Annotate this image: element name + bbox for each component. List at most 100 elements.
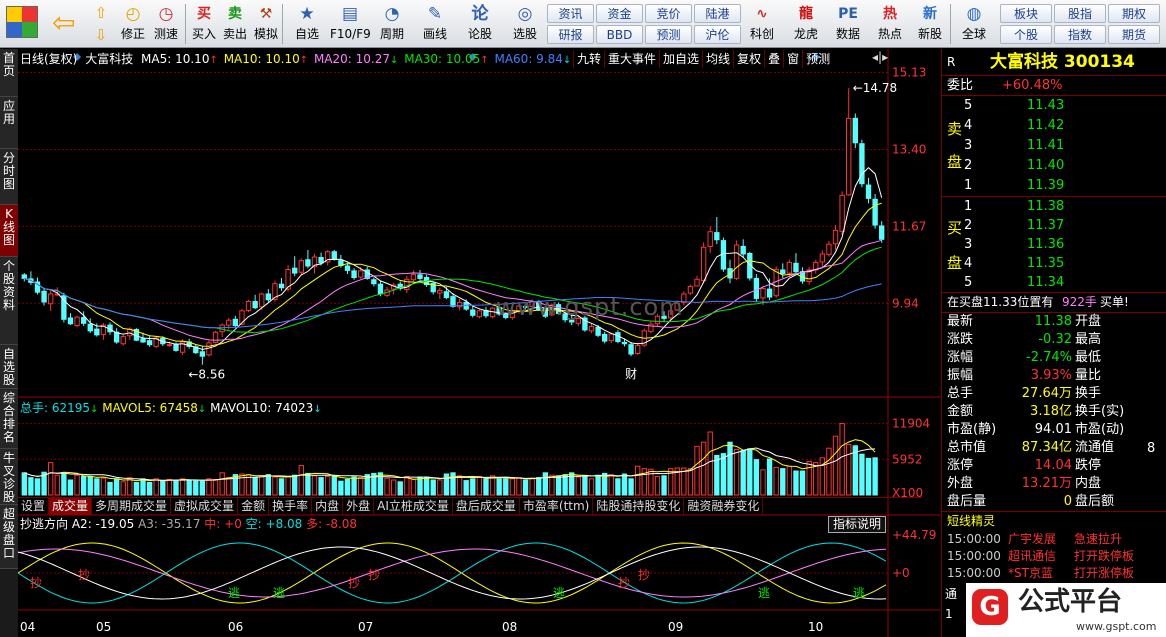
chart-top-button-5[interactable]: 叠 [764, 50, 783, 68]
candle-body[interactable] [879, 225, 885, 240]
news-item[interactable]: 15:00:00 *ST京蓝 打开涨停板 [942, 565, 1166, 582]
left-tab-0[interactable]: 首页 [0, 49, 18, 97]
volume-bar[interactable] [516, 477, 522, 496]
quick-tab-1-3[interactable]: 沪伦 [694, 25, 741, 44]
volume-bar[interactable] [285, 476, 291, 496]
volume-bar[interactable] [575, 476, 581, 496]
indicator-tab-7[interactable]: 外盘 [343, 498, 375, 515]
indicator-tab-12[interactable]: 融资融券变化 [684, 498, 764, 515]
volume-bar[interactable] [278, 478, 285, 496]
volume-bar[interactable] [305, 472, 311, 496]
volume-bar[interactable] [766, 458, 773, 496]
candle-body[interactable] [687, 285, 694, 294]
candle-body[interactable] [140, 338, 146, 343]
sell-level-4[interactable]: 4 11.42 [942, 116, 1166, 135]
volume-bar[interactable] [714, 454, 720, 496]
volume-bar[interactable] [694, 445, 700, 496]
volume-bar[interactable] [542, 472, 549, 496]
indicator-tab-10[interactable]: 市盈率(ttm) [520, 498, 594, 515]
indicator-signal-chao[interactable]: 抄 [30, 576, 42, 590]
volume-bar[interactable] [582, 475, 588, 496]
candle-body[interactable] [48, 293, 54, 305]
buy-level-3[interactable]: 3 11.36 [942, 235, 1166, 254]
indicator-tab-6[interactable]: 内盘 [312, 498, 344, 515]
volume-bar[interactable] [173, 479, 179, 496]
indicator-signal-tao[interactable]: 逃 [273, 586, 285, 600]
candle-body[interactable] [146, 340, 153, 346]
indicator-name[interactable]: 抄逃方向 [20, 517, 68, 531]
volume-bar[interactable] [272, 476, 278, 496]
volume-bar[interactable] [872, 457, 878, 496]
candle-body[interactable] [819, 253, 826, 263]
volume-bar[interactable] [661, 475, 667, 496]
candle-body[interactable] [80, 317, 87, 324]
candle-body[interactable] [694, 278, 700, 287]
side-tab-1[interactable]: 通 [945, 584, 962, 604]
volume-bar[interactable] [311, 475, 318, 496]
news-title[interactable]: 短线精灵 [947, 512, 995, 531]
market-tab-0-0[interactable]: 板块 [1000, 4, 1052, 23]
volume-bar[interactable] [351, 476, 357, 496]
candle-body[interactable] [21, 274, 27, 279]
tool-chart-button[interactable]: ∿ 科创 [744, 2, 780, 46]
candle-body[interactable] [839, 194, 845, 232]
volume-bar[interactable] [470, 478, 476, 496]
volume-bar[interactable] [489, 475, 496, 496]
volume-bar[interactable] [34, 478, 41, 496]
volume-bar[interactable] [496, 478, 502, 496]
volume-bar[interactable] [753, 459, 760, 496]
volume-bar[interactable] [28, 477, 34, 496]
volume-bar[interactable] [747, 448, 753, 496]
candle-body[interactable] [232, 318, 239, 327]
candle-body[interactable] [707, 231, 713, 247]
quick-tab-0-3[interactable]: 陆港 [694, 4, 741, 23]
candle-body[interactable] [41, 290, 47, 303]
chart-top-button-7[interactable]: 预测 [802, 50, 833, 68]
volume-bar[interactable] [423, 476, 430, 496]
candle-body[interactable] [305, 259, 311, 267]
tool-ipo-button[interactable]: 新新股 [912, 2, 948, 46]
quick-tab-0-2[interactable]: 竞价 [645, 4, 692, 23]
candle-body[interactable] [278, 283, 285, 289]
volume-bar[interactable] [153, 478, 159, 496]
volume-bar[interactable] [720, 453, 727, 496]
volume-bar[interactable] [133, 481, 140, 496]
candle-body[interactable] [793, 262, 799, 273]
left-tab-6[interactable]: 综合排名 [0, 389, 18, 449]
volume-bar[interactable] [503, 478, 509, 496]
tool-pencil-button[interactable]: ✎ 画线 [414, 2, 456, 46]
candle-body[interactable] [720, 240, 727, 270]
volume-bar[interactable] [826, 447, 832, 496]
volume-bar[interactable] [384, 477, 390, 496]
candle-body[interactable] [456, 301, 463, 308]
volume-bar[interactable] [179, 478, 186, 496]
volume-bar[interactable] [206, 478, 212, 496]
candle-body[interactable] [443, 291, 450, 299]
candle-body[interactable] [199, 351, 206, 357]
news-item[interactable]: 15:00:00 超讯通信 打开跌停板 [942, 548, 1166, 565]
volume-bar[interactable] [265, 474, 272, 496]
volume-bar[interactable] [549, 474, 555, 496]
candle-body[interactable] [298, 260, 304, 273]
kline-chart-area[interactable]: 15.13 13.40 11.67 9.94 11904 5952 X100 +44.79 +0… [18, 49, 940, 637]
volume-bar[interactable] [357, 477, 364, 496]
indicator-signal-tao[interactable]: 逃 [758, 586, 770, 600]
left-tab-5[interactable]: 自选股 [0, 345, 18, 389]
sell-level-5[interactable]: 5 11.43 [942, 96, 1166, 115]
indicator-signal-tao[interactable]: 逃 [228, 586, 240, 600]
volume-bar[interactable] [456, 475, 463, 496]
volume-bar[interactable] [648, 468, 654, 496]
chart-top-button-0[interactable]: 九转 [573, 50, 604, 68]
side-tab-2[interactable]: 1 [945, 604, 962, 624]
tool-stock-pick-button[interactable]: ◎ 选股 [503, 2, 547, 46]
indicator-signal-chao[interactable]: 抄 [348, 576, 360, 590]
volume-bar[interactable] [298, 465, 304, 496]
indicator-tab-8[interactable]: AI立桩成交量 [374, 498, 453, 515]
volume-bar[interactable] [21, 472, 27, 496]
candle-body[interactable] [166, 344, 173, 347]
sell-button[interactable]: 卖卖出 [220, 2, 250, 46]
indicator-tab-11[interactable]: 陆股通持股变化 [593, 498, 685, 515]
volume-bar[interactable] [450, 472, 456, 496]
chart-top-button-2[interactable]: 加自选 [659, 50, 702, 68]
indicator-tab-3[interactable]: 虚拟成交量 [171, 498, 239, 515]
